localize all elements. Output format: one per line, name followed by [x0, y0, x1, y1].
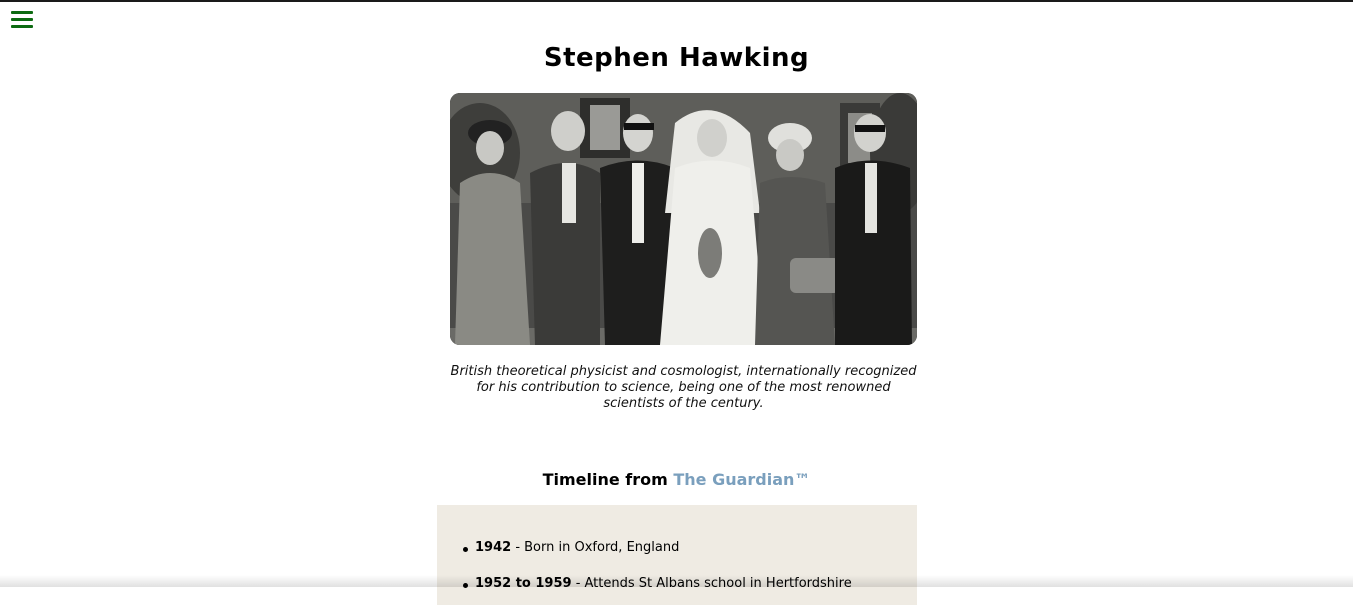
timeline-event: - Born in Oxford, England [511, 540, 680, 555]
timeline-item: 1942 - Born in Oxford, England [463, 539, 903, 557]
timeline-list: 1942 - Born in Oxford, England 1952 to 1… [463, 539, 903, 611]
hamburger-menu-icon[interactable] [11, 11, 33, 30]
page-title: Stephen Hawking [543, 43, 810, 73]
timeline-item: 1952 to 1959 - Attends St Albans school … [463, 575, 903, 593]
timeline-heading: Timeline from The Guardian™ [0, 470, 1353, 489]
photo-caption: British theoretical physicist and cosmol… [450, 364, 917, 411]
menu-bar-bottom [11, 25, 33, 28]
timeline-panel: 1942 - Born in Oxford, England 1952 to 1… [437, 505, 917, 605]
timeline-year: 1942 [475, 540, 512, 555]
top-border [0, 0, 1353, 2]
timeline-heading-prefix: Timeline from [542, 470, 668, 489]
timeline-year: 1952 to 1959 [475, 576, 572, 591]
hawking-wedding-photo [450, 93, 917, 345]
timeline-event: - Attends St Albans school in Hertfordsh… [571, 576, 852, 591]
menu-bar-middle [11, 18, 33, 21]
guardian-source-link[interactable]: The Guardian™ [673, 470, 810, 489]
menu-bar-top [11, 11, 33, 14]
person-4-bride [660, 110, 765, 345]
